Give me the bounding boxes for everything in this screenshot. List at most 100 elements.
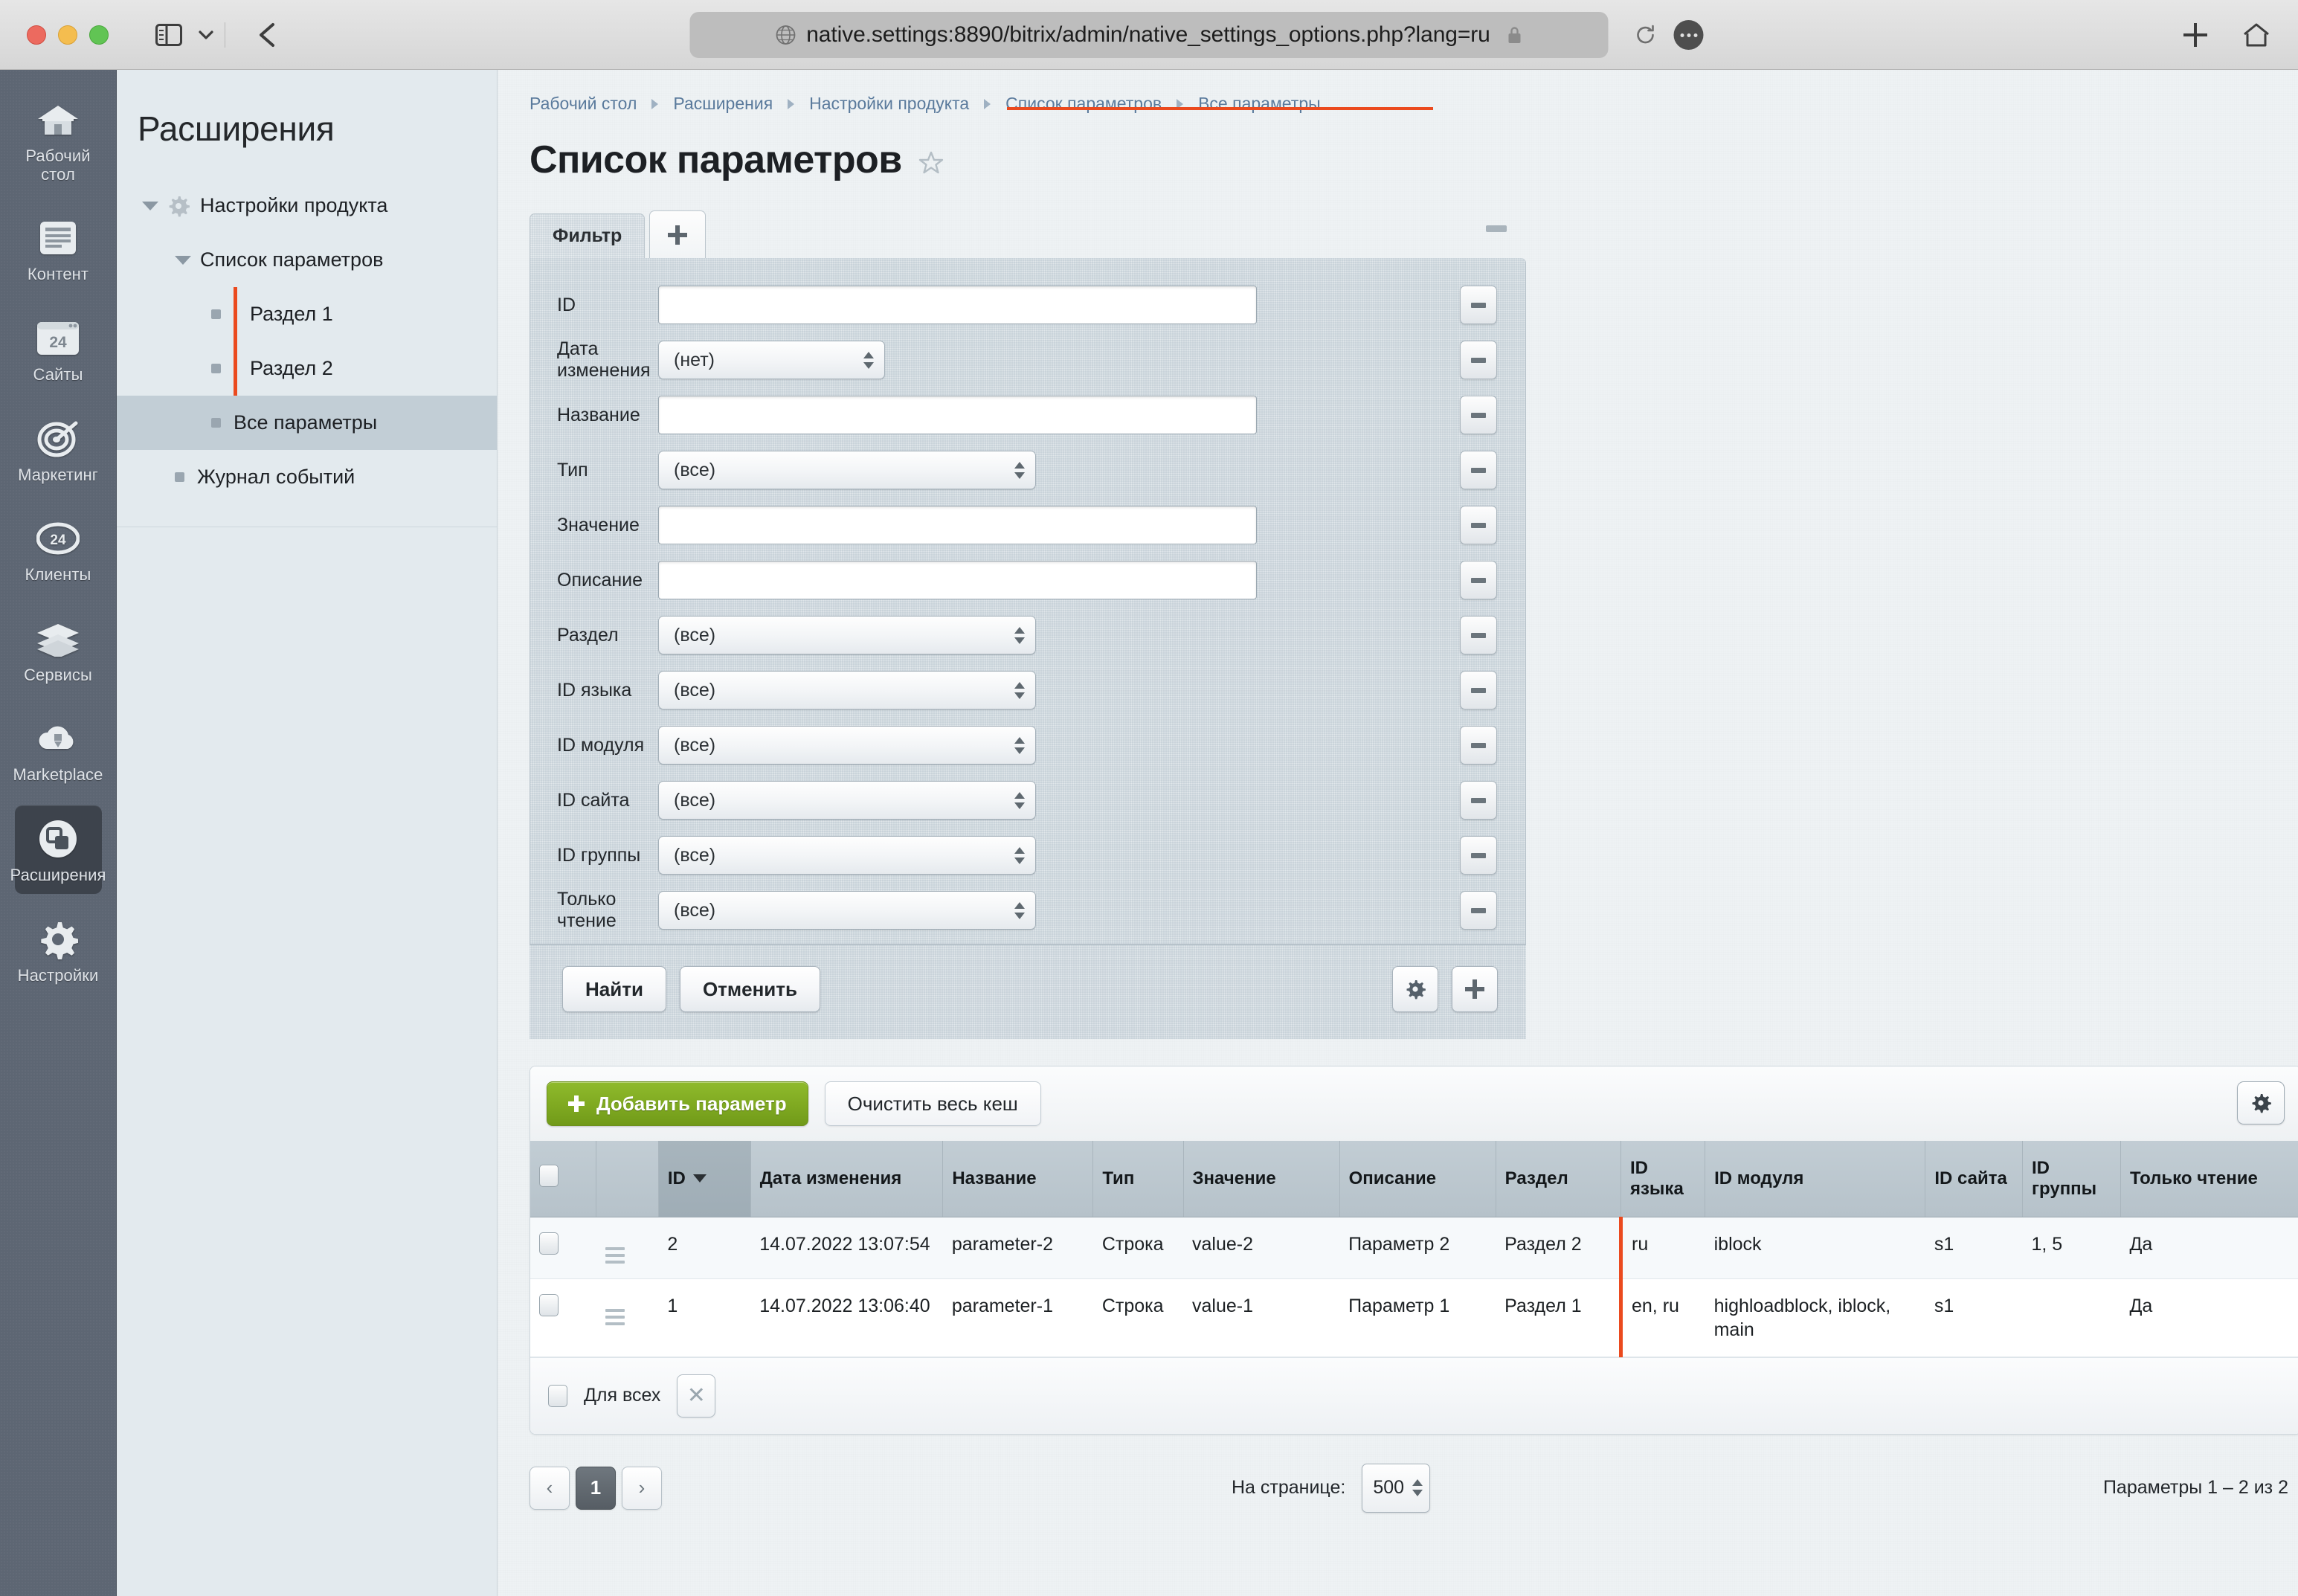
chevron-down-icon[interactable] bbox=[142, 202, 158, 210]
find-button[interactable]: Найти bbox=[562, 966, 666, 1012]
select-all-header[interactable] bbox=[530, 1141, 596, 1217]
page-1-button[interactable]: 1 bbox=[576, 1467, 616, 1510]
rail-item-desktop[interactable]: Рабочийстол bbox=[15, 86, 102, 193]
remove-filter-row-button[interactable] bbox=[1460, 506, 1497, 544]
rail-item-settings[interactable]: Настройки bbox=[15, 906, 102, 994]
tree-node-section-1[interactable]: Раздел 1 bbox=[117, 287, 497, 341]
home-icon[interactable] bbox=[2241, 21, 2271, 49]
table-row[interactable]: 2 14.07.2022 13:07:54 parameter-2 Строка… bbox=[530, 1217, 2298, 1278]
row-select-cell[interactable] bbox=[530, 1278, 596, 1357]
tab-filter[interactable]: Фильтр bbox=[530, 213, 645, 258]
column-header-group-id[interactable]: ID группы bbox=[2023, 1141, 2121, 1217]
row-checkbox[interactable] bbox=[539, 1232, 559, 1255]
back-button-icon[interactable] bbox=[251, 19, 286, 51]
remove-filter-row-button[interactable] bbox=[1460, 341, 1497, 379]
new-tab-icon[interactable] bbox=[2182, 22, 2209, 48]
maximize-window-button[interactable] bbox=[89, 25, 109, 45]
rail-item-marketplace[interactable]: Marketplace bbox=[15, 705, 102, 794]
filter-input-description[interactable] bbox=[658, 561, 1257, 599]
per-page-select[interactable]: 500 bbox=[1362, 1464, 1430, 1513]
filter-select-readonly[interactable]: (все) bbox=[658, 891, 1036, 930]
filter-input-name[interactable] bbox=[658, 396, 1257, 434]
sidebar-toggle-icon[interactable] bbox=[152, 20, 186, 50]
cancel-button[interactable]: Отменить bbox=[680, 966, 820, 1012]
clear-cache-button[interactable]: Очистить весь кеш bbox=[825, 1081, 1041, 1126]
column-header-lang-id[interactable]: ID языка bbox=[1621, 1141, 1705, 1217]
remove-filter-row-button[interactable] bbox=[1460, 561, 1497, 599]
next-page-button[interactable]: › bbox=[622, 1467, 662, 1510]
row-menu-icon[interactable] bbox=[605, 1309, 625, 1325]
reload-icon[interactable] bbox=[1634, 23, 1658, 47]
chevron-down-icon[interactable] bbox=[175, 256, 191, 265]
rail-item-content[interactable]: Контент bbox=[15, 205, 102, 293]
column-header-site-id[interactable]: ID сайта bbox=[1925, 1141, 2023, 1217]
filter-input-id[interactable] bbox=[658, 286, 1257, 324]
rail-item-sites[interactable]: 24 Сайты bbox=[15, 305, 102, 393]
filter-select-type[interactable]: (все) bbox=[658, 451, 1036, 489]
column-header-module-id[interactable]: ID модуля bbox=[1705, 1141, 1925, 1217]
column-header-type[interactable]: Тип bbox=[1093, 1141, 1183, 1217]
column-header-readonly[interactable]: Только чтение bbox=[2120, 1141, 2298, 1217]
tree-node-all-parameters[interactable]: Все параметры bbox=[117, 396, 497, 450]
row-actions-cell[interactable] bbox=[596, 1278, 658, 1357]
remove-filter-row-button[interactable] bbox=[1460, 671, 1497, 709]
remove-filter-row-button[interactable] bbox=[1460, 836, 1497, 875]
row-menu-icon[interactable] bbox=[605, 1247, 625, 1264]
column-header-value[interactable]: Значение bbox=[1183, 1141, 1339, 1217]
filter-input-value[interactable] bbox=[658, 506, 1257, 544]
add-filter-tab-button[interactable] bbox=[649, 210, 706, 258]
prev-page-button[interactable]: ‹ bbox=[530, 1467, 570, 1510]
remove-filter-row-button[interactable] bbox=[1460, 616, 1497, 654]
breadcrumb-item-2[interactable]: Настройки продукта bbox=[809, 94, 969, 114]
tree-node-section-2[interactable]: Раздел 2 bbox=[117, 341, 497, 396]
delete-selected-button[interactable]: ✕ bbox=[677, 1374, 715, 1418]
column-header-section[interactable]: Раздел bbox=[1496, 1141, 1620, 1217]
address-bar[interactable]: native.settings:8890/bitrix/admin/native… bbox=[690, 12, 1609, 58]
filter-settings-button[interactable] bbox=[1392, 966, 1438, 1012]
column-header-name[interactable]: Название bbox=[943, 1141, 1093, 1217]
add-parameter-button[interactable]: Добавить параметр bbox=[547, 1081, 808, 1126]
table-row[interactable]: 1 14.07.2022 13:06:40 parameter-1 Строка… bbox=[530, 1278, 2298, 1357]
remove-filter-row-button[interactable] bbox=[1460, 451, 1497, 489]
rail-item-clients[interactable]: 24 Клиенты bbox=[15, 505, 102, 593]
chevron-down-icon[interactable] bbox=[193, 22, 219, 48]
rail-item-services[interactable]: Сервисы bbox=[15, 605, 102, 694]
row-actions-cell[interactable] bbox=[596, 1217, 658, 1278]
stepper-icon bbox=[863, 352, 874, 369]
more-menu-icon[interactable] bbox=[1674, 20, 1704, 50]
breadcrumb-item-1[interactable]: Расширения bbox=[673, 94, 773, 114]
column-header-date[interactable]: Дата изменения bbox=[750, 1141, 943, 1217]
breadcrumb-item-0[interactable]: Рабочий стол bbox=[530, 94, 637, 114]
filter-select-date[interactable]: (нет) bbox=[658, 341, 885, 379]
filter-select-section[interactable]: (все) bbox=[658, 616, 1036, 654]
grid-settings-button[interactable] bbox=[2237, 1081, 2285, 1124]
tree-node-product-settings[interactable]: Настройки продукта bbox=[117, 178, 497, 233]
remove-filter-row-button[interactable] bbox=[1460, 891, 1497, 930]
close-window-button[interactable] bbox=[27, 25, 46, 45]
remove-filter-row-button[interactable] bbox=[1460, 781, 1497, 820]
column-header-description[interactable]: Описание bbox=[1339, 1141, 1496, 1217]
filter-select-group-id[interactable]: (все) bbox=[658, 836, 1036, 875]
rail-item-extensions[interactable]: Расширения bbox=[15, 805, 102, 894]
remove-filter-row-button[interactable] bbox=[1460, 396, 1497, 434]
remove-filter-row-button[interactable] bbox=[1460, 286, 1497, 324]
add-filter-button[interactable] bbox=[1452, 966, 1498, 1012]
breadcrumb-item-4[interactable]: Все параметры bbox=[1198, 94, 1321, 114]
column-header-id[interactable]: ID bbox=[658, 1141, 750, 1217]
window-controls[interactable] bbox=[27, 25, 109, 45]
remove-filter-row-button[interactable] bbox=[1460, 726, 1497, 765]
filter-select-site-id[interactable]: (все) bbox=[658, 781, 1036, 820]
tree-node-parameter-list[interactable]: Список параметров bbox=[117, 233, 497, 287]
row-checkbox[interactable] bbox=[539, 1294, 559, 1316]
select-all-checkbox[interactable] bbox=[539, 1165, 559, 1187]
filter-select-module-id[interactable]: (все) bbox=[658, 726, 1036, 765]
breadcrumb-item-3[interactable]: Список параметров bbox=[1005, 94, 1162, 114]
tree-node-event-log[interactable]: Журнал событий bbox=[117, 450, 497, 504]
row-select-cell[interactable] bbox=[530, 1217, 596, 1278]
favorite-star-icon[interactable] bbox=[918, 150, 944, 176]
rail-item-marketing[interactable]: Маркетинг bbox=[15, 405, 102, 494]
minimize-window-button[interactable] bbox=[58, 25, 77, 45]
filter-select-lang-id[interactable]: (все) bbox=[658, 671, 1036, 709]
collapse-filter-icon[interactable] bbox=[1486, 225, 1507, 232]
select-all-footer-checkbox[interactable] bbox=[548, 1385, 567, 1407]
